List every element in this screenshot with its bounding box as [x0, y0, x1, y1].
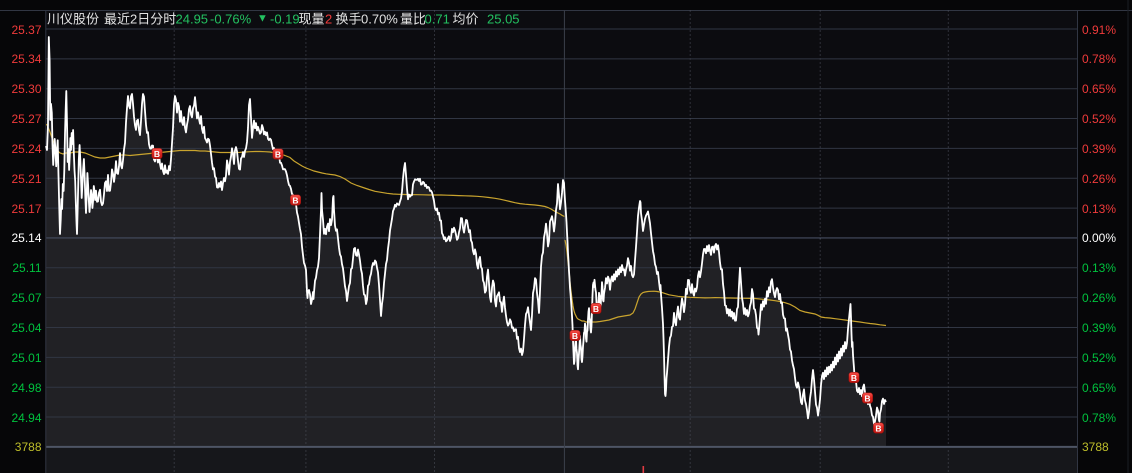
svg-text:B: B	[875, 424, 881, 434]
svg-text:B: B	[851, 373, 857, 383]
svg-text:B: B	[572, 331, 578, 341]
svg-text:B: B	[154, 149, 160, 159]
svg-text:B: B	[593, 304, 599, 314]
svg-text:B: B	[275, 150, 281, 160]
svg-text:B: B	[864, 394, 870, 404]
svg-text:B: B	[292, 196, 298, 206]
